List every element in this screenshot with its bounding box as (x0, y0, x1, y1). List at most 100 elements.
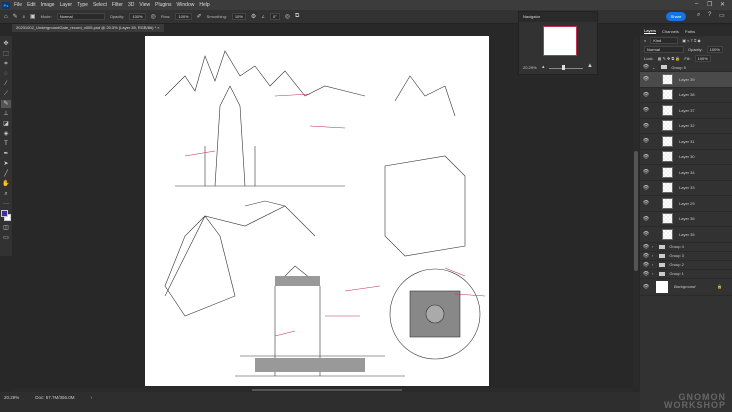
hand-tool-icon[interactable]: ✋ (2, 180, 9, 188)
line-tool-icon[interactable]: ╱ (4, 170, 8, 178)
eye-icon[interactable]: 👁 (640, 123, 652, 129)
workspace-icon[interactable]: ▭ (719, 12, 725, 19)
eye-icon[interactable]: 👁 (640, 185, 652, 191)
eye-icon[interactable]: 👁 (640, 271, 652, 277)
symmetry-icon[interactable]: ⧉ (295, 13, 299, 20)
filter-icons[interactable]: ▣ ◐ T ⌗ ◆ (682, 38, 700, 43)
quick-mask-icon[interactable]: ◫ (3, 224, 9, 232)
kind-filter[interactable]: Kind (650, 37, 679, 44)
airbrush-icon[interactable]: ✐ (197, 13, 202, 20)
brush-settings-icon[interactable]: ▣ (30, 13, 36, 20)
menu-3d[interactable]: 3D (128, 2, 134, 8)
zoom-tool-icon[interactable]: ⌕ (4, 190, 7, 198)
menu-help[interactable]: Help (199, 2, 209, 8)
brush-size[interactable]: 8 (23, 14, 25, 19)
marquee-tool-icon[interactable]: ⬚ (3, 50, 9, 58)
layer-opacity-field[interactable]: 100% (706, 46, 723, 53)
eye-icon[interactable]: 👁 (640, 200, 652, 206)
pressure-size-icon[interactable]: ◎ (285, 13, 290, 20)
lasso-tool-icon[interactable]: ◌ (4, 70, 8, 78)
document-tab[interactable]: 20231002_UndergroundGate_record_v005.psd… (12, 24, 164, 32)
layer-row[interactable]: 👁 Layer 33 (640, 181, 732, 196)
navigator-zoom-slider[interactable] (549, 68, 583, 69)
color-swatches[interactable] (1, 210, 11, 222)
menu-type[interactable]: Type (77, 2, 88, 8)
pen-tool-icon[interactable]: ✒ (3, 150, 8, 158)
eye-icon[interactable]: 👁 (640, 76, 652, 82)
close-icon[interactable]: ✕ (720, 1, 725, 8)
layer-row[interactable]: 👁 Layer 38 (640, 88, 732, 103)
tab-channels[interactable]: Channels (662, 29, 679, 34)
stamp-tool-icon[interactable]: ⊥ (3, 110, 8, 118)
chevron-right-icon[interactable]: › (652, 271, 653, 276)
brush-tool-icon[interactable]: ✎ (1, 100, 11, 108)
paint-bucket-icon[interactable]: ◈ (4, 130, 9, 138)
menu-filter[interactable]: Filter (112, 2, 123, 8)
pressure-opacity-icon[interactable]: ◎ (151, 13, 156, 20)
search-icon[interactable]: ⌕ (697, 12, 700, 19)
angle-field[interactable]: 0° (269, 13, 280, 20)
layer-row[interactable]: 👁 Layer 29 (640, 196, 732, 212)
chevron-right-icon[interactable]: › (652, 244, 653, 249)
layer-row[interactable]: 👁 Layer 36 (640, 212, 732, 227)
share-button[interactable]: Share (666, 12, 686, 21)
document-canvas[interactable] (145, 36, 489, 386)
eye-icon[interactable]: 👁 (640, 138, 652, 144)
eye-icon[interactable]: 👁 (640, 154, 652, 160)
menu-window[interactable]: Window (177, 2, 195, 8)
layer-group-open[interactable]: 👁 ⌄ Group 5 (640, 63, 732, 72)
status-zoom[interactable]: 20.29% (4, 395, 19, 400)
brush-preset-icon[interactable]: ✎ (13, 13, 18, 20)
menu-select[interactable]: Select (93, 2, 107, 8)
mode-select[interactable]: Normal (56, 13, 105, 20)
layer-background[interactable]: 👁 Background 🔒 (640, 279, 732, 296)
menu-edit[interactable]: Edit (27, 2, 36, 8)
chevron-right-icon[interactable]: › (652, 253, 653, 258)
menu-layer[interactable]: Layer (60, 2, 73, 8)
flow-field[interactable]: 100% (175, 13, 192, 20)
magic-wand-icon[interactable]: ⁄ (5, 80, 6, 88)
navigator-title[interactable]: Navigator (519, 12, 597, 22)
home-icon[interactable]: ⌂ (4, 14, 8, 20)
lock-icons[interactable]: ▦ ✎ ✥ ⧉ 🔒 (658, 56, 681, 61)
maximize-icon[interactable]: ❐ (707, 1, 712, 8)
chevron-right-icon[interactable]: › (652, 262, 653, 267)
menu-plugins[interactable]: Plugins (155, 2, 171, 8)
close-tab-icon[interactable]: × (157, 25, 159, 30)
navigator-zoom[interactable]: 20.29% (523, 65, 537, 70)
zoom-in-icon[interactable]: ▲ (587, 63, 593, 69)
eye-icon[interactable]: 👁 (640, 216, 652, 222)
layer-row[interactable]: 👁 Layer 39 (640, 72, 732, 88)
zoom-out-icon[interactable]: ▴ (542, 64, 545, 70)
layer-row[interactable]: 👁 Layer 30 (640, 150, 732, 165)
layer-row[interactable]: 👁 Layer 34 (640, 165, 732, 181)
layer-group[interactable]: 👁 › Group 2 (640, 261, 732, 270)
type-tool-icon[interactable]: T (4, 140, 8, 148)
tab-paths[interactable]: Paths (685, 29, 695, 34)
vertical-scrollbar[interactable] (633, 36, 639, 388)
layer-row[interactable]: 👁 Layer 31 (640, 134, 732, 150)
foreground-color[interactable] (1, 210, 8, 217)
layer-row[interactable]: 👁 Layer 35 (640, 227, 732, 243)
more-tools-icon[interactable]: ··· (3, 200, 9, 208)
eye-icon[interactable]: 👁 (640, 169, 652, 175)
eyedropper-icon[interactable]: ⟋ (4, 90, 8, 98)
eye-icon[interactable]: 👁 (640, 107, 652, 113)
eye-icon[interactable]: 👁 (640, 92, 652, 98)
eye-icon[interactable]: 👁 (640, 231, 652, 237)
minimize-icon[interactable]: – (695, 1, 698, 7)
eye-icon[interactable]: 👁 (640, 64, 652, 70)
eye-icon[interactable]: 👁 (640, 253, 652, 259)
move-tool-icon[interactable]: ✥ (3, 40, 8, 48)
status-menu-icon[interactable]: › (91, 395, 93, 400)
eye-icon[interactable]: 👁 (640, 262, 652, 268)
layer-row[interactable]: 👁 Layer 32 (640, 119, 732, 134)
eye-icon[interactable]: 👁 (640, 284, 652, 290)
menu-view[interactable]: View (139, 2, 150, 8)
blend-mode-select[interactable]: Normal (644, 46, 684, 53)
path-select-icon[interactable]: ➤ (3, 160, 8, 168)
layer-row[interactable]: 👁 Layer 37 (640, 103, 732, 119)
menu-image[interactable]: Image (41, 2, 55, 8)
layer-group[interactable]: 👁 › Group 4 (640, 243, 732, 252)
layer-group[interactable]: 👁 › Group 1 (640, 270, 732, 279)
